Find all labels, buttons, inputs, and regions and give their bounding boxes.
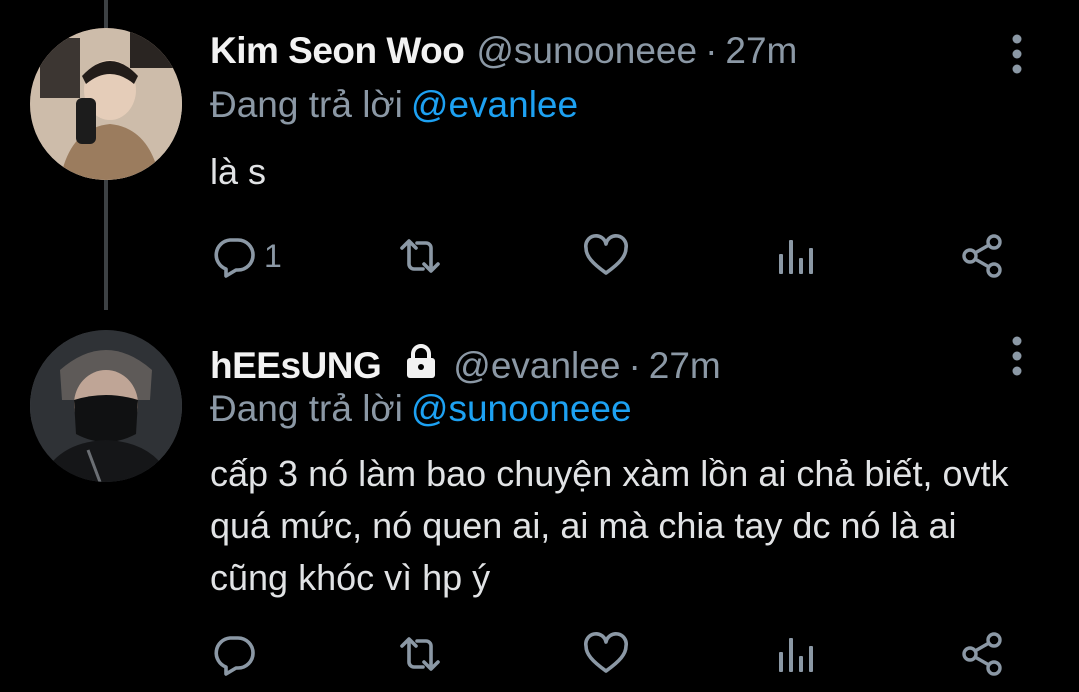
analytics-button[interactable]: [772, 232, 820, 280]
analytics-icon: [779, 638, 813, 672]
replying-to-label: Đang trả lời: [210, 388, 403, 429]
reply-button[interactable]: 1: [210, 232, 282, 280]
reply-count: 1: [264, 237, 282, 274]
lock-icon: [407, 344, 436, 378]
separator-dot: ·: [705, 30, 718, 71]
separator-dot: ·: [628, 345, 641, 386]
tweet-text: là s: [210, 151, 267, 192]
tweet-header: Kim Seon Woo @sunooneee · 27m: [210, 30, 797, 72]
like-icon: [584, 234, 628, 275]
timestamp[interactable]: 27m: [649, 345, 721, 387]
retweet-button[interactable]: [396, 232, 444, 280]
like-button[interactable]: [582, 630, 630, 678]
share-button[interactable]: [958, 232, 1006, 280]
tweet-header: hEEsUNG @evanlee · 27m: [210, 338, 721, 387]
analytics-button[interactable]: [772, 630, 820, 678]
retweet-icon: [400, 239, 440, 273]
avatar-heesung[interactable]: [30, 330, 182, 482]
like-button[interactable]: [582, 232, 630, 280]
timestamp[interactable]: 27m: [725, 30, 797, 72]
retweet-button[interactable]: [396, 630, 444, 678]
more-options-icon[interactable]: [1005, 334, 1029, 378]
reply-icon: [214, 238, 255, 278]
user-handle[interactable]: @sunooneee: [476, 30, 697, 72]
tweet-text: cấp 3 nó làm bao chuyện xàm lồn ai chả b…: [210, 453, 1009, 598]
share-icon: [962, 234, 1002, 278]
replying-to-label: Đang trả lời: [210, 84, 403, 125]
mention-link[interactable]: @sunooneee: [411, 388, 632, 429]
retweet-icon: [400, 637, 440, 671]
reply-icon: [214, 636, 255, 676]
replying-to: Đang trả lời @sunooneee: [210, 388, 632, 430]
display-name[interactable]: hEEsUNG: [210, 345, 382, 387]
user-handle[interactable]: @evanlee: [453, 345, 620, 387]
share-button[interactable]: [958, 630, 1006, 678]
display-name[interactable]: Kim Seon Woo: [210, 30, 465, 72]
share-icon: [962, 632, 1002, 676]
tweet-actions: 1: [210, 232, 1010, 280]
replying-to: Đang trả lời @evanlee: [210, 84, 578, 126]
reply-button[interactable]: [210, 630, 258, 678]
avatar-kim-seon-woo[interactable]: [30, 28, 182, 180]
analytics-icon: [779, 240, 813, 274]
like-icon: [584, 632, 628, 673]
more-options-icon[interactable]: [1005, 32, 1029, 76]
mention-link[interactable]: @evanlee: [411, 84, 578, 125]
tweet-actions: [210, 630, 1010, 678]
